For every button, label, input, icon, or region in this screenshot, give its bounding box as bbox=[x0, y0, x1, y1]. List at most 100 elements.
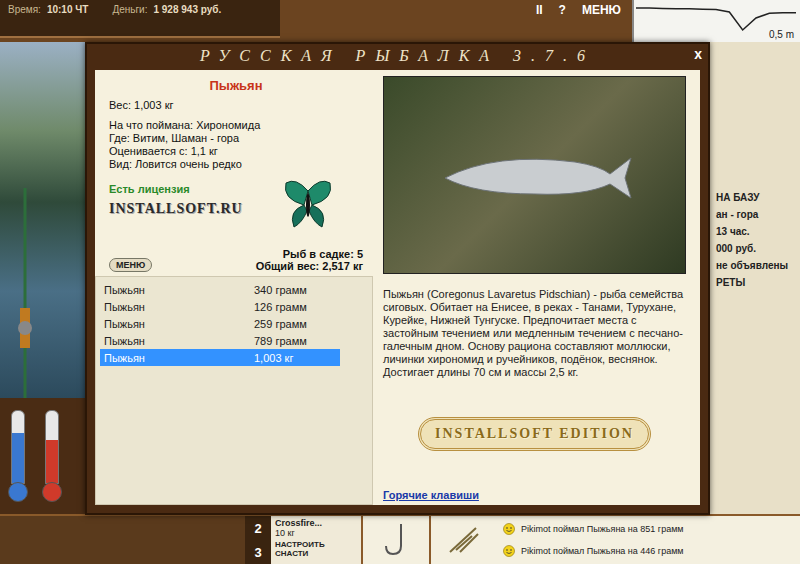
top-bar: Время: 10:10 ЧТ Деньги: 1 928 943 руб. II? МЕ… bbox=[0, 0, 800, 42]
fish-detail: На что поймана: Хирономида bbox=[109, 119, 363, 132]
row-weight: 1,003 кг bbox=[254, 352, 340, 364]
row-name: Пыжьян bbox=[104, 301, 254, 313]
depth-value: 0,5 m bbox=[769, 29, 794, 40]
fish-window: РУССКАЯ РЫБАЛКА 3.7.6 x Пыжьян Вес: 1,003 к… bbox=[85, 42, 710, 515]
left-column bbox=[0, 42, 90, 514]
fish-detail: Вид: Ловится очень редко bbox=[109, 158, 363, 171]
side-text: 000 руб. bbox=[716, 243, 796, 254]
tackle-weight: 10 кг bbox=[275, 528, 357, 538]
catch-row[interactable]: Пыжьян259 грамм bbox=[100, 315, 340, 332]
bottom-bar: 23Crossfire...10 кгНАСТРОИТЬ СНАСТИPikim… bbox=[0, 514, 800, 564]
smiley-icon bbox=[503, 545, 515, 557]
thermometer-tube bbox=[11, 410, 25, 484]
window-title: РУССКАЯ РЫБАЛКА 3.7.6 bbox=[200, 47, 595, 65]
chat-line: Pikimot поймал Пыжьяна на 446 грамм bbox=[503, 545, 794, 557]
fish-weight: Вес: 1,003 кг bbox=[109, 99, 363, 111]
smiley-icon bbox=[503, 523, 515, 535]
catch-row[interactable]: Пыжьян126 грамм bbox=[100, 298, 340, 315]
hook-icon bbox=[381, 522, 411, 558]
money-value: 1 928 943 руб. bbox=[153, 4, 221, 15]
catch-row[interactable]: Пыжьян340 грамм bbox=[100, 281, 340, 298]
fly-slot[interactable] bbox=[429, 516, 497, 564]
chat-text: Pikimot поймал Пыжьяна на 851 грамм bbox=[521, 524, 684, 534]
side-text: 13 час. bbox=[716, 226, 796, 237]
hud-button[interactable]: МЕНЮ bbox=[579, 2, 624, 18]
thermometer-fill bbox=[46, 440, 58, 483]
money-label: Деньги: bbox=[112, 4, 147, 15]
thermometer bbox=[42, 410, 62, 502]
catch-list: Пыжьян340 граммПыжьян126 граммПыжьян259 … bbox=[95, 276, 373, 505]
chat-text: Pikimot поймал Пыжьяна на 446 грамм bbox=[521, 546, 684, 556]
fish-description: Пыжьян (Coregonus Lavaretus Pidschian) -… bbox=[383, 288, 686, 379]
row-weight: 789 грамм bbox=[254, 335, 340, 347]
game-screen: Время: 10:10 ЧТ Деньги: 1 928 943 руб. II? МЕ… bbox=[0, 0, 800, 564]
license-column: Есть лицензия INSTALLSOFT.RU bbox=[109, 183, 253, 217]
edition-logo-area: INSTALLSOFT EDITION bbox=[383, 379, 686, 489]
slot-number[interactable]: 3 bbox=[254, 545, 261, 560]
catch-summary: Рыб в садке: 5Общий вес: 2,517 кг bbox=[253, 248, 363, 272]
fish-info-column: Пыжьян Вес: 1,003 кг На что поймана: Хирон… bbox=[95, 70, 373, 505]
thermometer bbox=[8, 410, 28, 502]
fish-photo bbox=[383, 76, 686, 274]
butterfly-column bbox=[253, 177, 363, 233]
side-text: НА БАЗУ bbox=[716, 192, 796, 203]
right-panel: НА БАЗУ ан - гора 13 час. 000 руб. не объявл… bbox=[710, 42, 800, 514]
side-text: не объявлены bbox=[716, 260, 796, 271]
license-label: Есть лицензия bbox=[109, 183, 253, 195]
tackle-box[interactable]: Crossfire...10 кг НАСТРОИТЬ СНАСТИ bbox=[271, 516, 361, 564]
row-name: Пыжьян bbox=[104, 284, 254, 296]
catch-row[interactable]: Пыжьян1,003 кг bbox=[100, 349, 340, 366]
thermometer-bulb bbox=[8, 482, 28, 502]
license-area: Есть лицензия INSTALLSOFT.RU МЕНЮ Рыб в сад… bbox=[109, 177, 363, 272]
slot-numbers: 23 bbox=[245, 516, 271, 564]
chat-line: Pikimot поймал Пыжьяна на 851 грамм bbox=[503, 523, 794, 535]
side-text: ан - гора bbox=[716, 209, 796, 220]
time-label: Время: bbox=[8, 4, 41, 15]
chat-log: Pikimot поймал Пыжьяна на 851 грамм Pikim… bbox=[497, 516, 800, 564]
hud-button[interactable]: II bbox=[533, 2, 546, 18]
catch-row[interactable]: Пыжьян789 грамм bbox=[100, 332, 340, 349]
row-name: Пыжьян bbox=[104, 335, 254, 347]
status-panel: Время: 10:10 ЧТ Деньги: 1 928 943 руб. bbox=[0, 0, 280, 38]
fish-details: На что поймана: ХирономидаГде: Витим, Ша… bbox=[109, 119, 363, 171]
thermometers bbox=[0, 398, 90, 514]
menu-button[interactable]: МЕНЮ bbox=[109, 258, 152, 272]
close-button[interactable]: x bbox=[694, 46, 702, 62]
depth-line bbox=[636, 8, 796, 30]
butterfly-icon bbox=[282, 177, 334, 233]
fish-photo-icon bbox=[435, 140, 635, 210]
hook-slot[interactable] bbox=[361, 516, 429, 564]
depth-panel: 0,5 m bbox=[632, 0, 800, 42]
window-body: Пыжьян Вес: 1,003 кг На что поймана: Хирон… bbox=[95, 70, 700, 505]
tackle-name: Crossfire... bbox=[275, 518, 357, 528]
edition-logo: INSTALLSOFT EDITION bbox=[418, 417, 651, 451]
side-text: РЕТЫ bbox=[716, 277, 796, 288]
fish-info: Пыжьян Вес: 1,003 кг На что поймана: Хирон… bbox=[95, 70, 373, 276]
thermometer-bulb bbox=[42, 482, 62, 502]
hud-buttons: II? МЕНЮ bbox=[525, 0, 632, 20]
fly-icon bbox=[446, 522, 482, 558]
row-weight: 259 грамм bbox=[254, 318, 340, 330]
lake-view bbox=[0, 42, 90, 398]
installsoft-logo: INSTALLSOFT.RU bbox=[109, 201, 253, 217]
row-weight: 126 грамм bbox=[254, 301, 340, 313]
fish-detail: Оценивается с: 1,1 кг bbox=[109, 145, 363, 158]
setup-button[interactable]: НАСТРОИТЬ СНАСТИ bbox=[275, 540, 357, 558]
fish-description-column: Пыжьян (Coregonus Lavaretus Pidschian) -… bbox=[381, 70, 700, 505]
slot-number[interactable]: 2 bbox=[254, 521, 261, 536]
row-name: Пыжьян bbox=[104, 318, 254, 330]
fish-count: Рыб в садке: 5 bbox=[283, 248, 363, 260]
hud-button[interactable]: ? bbox=[556, 2, 569, 18]
window-title-bar: РУССКАЯ РЫБАЛКА 3.7.6 x bbox=[87, 44, 708, 68]
basket-area bbox=[0, 516, 245, 564]
rod-icon[interactable] bbox=[15, 188, 35, 398]
hotkeys-link[interactable]: Горячие клавиши bbox=[383, 489, 686, 501]
total-weight: Общий вес: 2,517 кг bbox=[256, 260, 363, 272]
thermometer-fill bbox=[12, 433, 24, 483]
fish-detail: Где: Витим, Шаман - гора bbox=[109, 132, 363, 145]
row-weight: 340 грамм bbox=[254, 284, 340, 296]
fish-name: Пыжьян bbox=[109, 78, 363, 93]
row-name: Пыжьян bbox=[104, 352, 254, 364]
thermometer-tube bbox=[45, 410, 59, 484]
time-value: 10:10 ЧТ bbox=[47, 4, 89, 15]
